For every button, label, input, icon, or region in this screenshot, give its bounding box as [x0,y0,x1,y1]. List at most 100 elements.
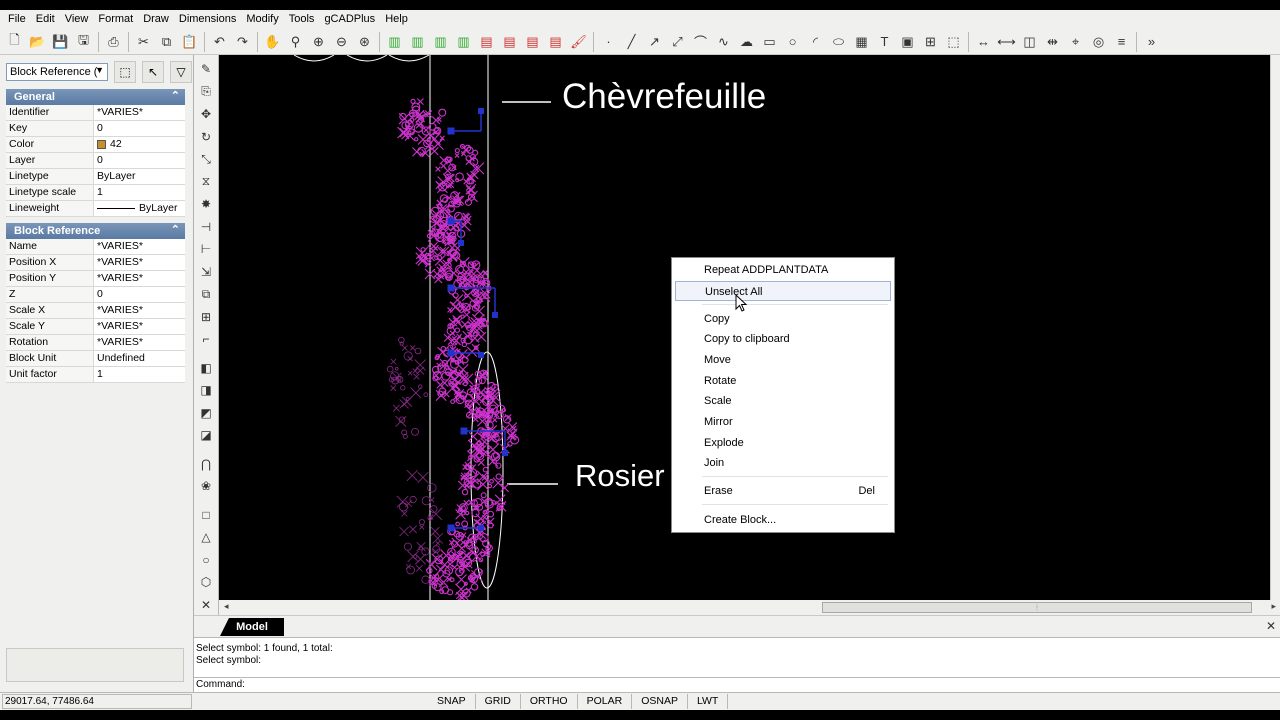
block-icon[interactable]: ▣ [896,31,919,53]
context-menu-item-copy-to-clipboard[interactable]: Copy to clipboard [675,329,891,349]
property-value[interactable]: 1 [94,367,185,382]
property-value[interactable]: 1 [94,185,185,200]
menu-modify[interactable]: Modify [241,10,283,29]
menu-edit[interactable]: Edit [31,10,60,29]
polygon-shape-icon[interactable]: ⬡ [195,571,217,594]
general-section-header[interactable]: General ⌃ [6,89,185,105]
open-icon[interactable]: 📂 [26,31,49,53]
property-row[interactable]: Scale X *VARIES* [6,303,185,319]
status-ortho-button[interactable]: ORTHO [521,694,578,709]
filter-icon[interactable]: ▽ [170,61,192,83]
cut-icon[interactable]: ✂ [132,31,155,53]
menu-file[interactable]: File [3,10,31,29]
array-icon[interactable]: ⊞ [195,306,217,329]
property-value[interactable]: ByLayer [94,169,185,184]
property-row[interactable]: Lineweight ByLayer [6,201,185,217]
mirror-icon[interactable]: ⧖ [195,171,217,194]
quick-select-icon[interactable]: ⬚ [114,61,136,83]
zoom-extents-icon[interactable]: ⊛ [353,31,376,53]
hatch-icon[interactable]: ▦ [850,31,873,53]
revcloud-icon[interactable]: ☁ [735,31,758,53]
send-under-icon[interactable]: ◪ [195,424,217,447]
context-menu-item-create-block[interactable]: Create Block... [675,510,891,530]
property-row[interactable]: Position X *VARIES* [6,255,185,271]
property-value[interactable]: *VARIES* [94,271,185,286]
match-properties-icon[interactable]: 🖌 [567,31,590,53]
property-row[interactable]: Key 0 [6,121,185,137]
lineweight-icon[interactable]: ▥ [452,31,475,53]
scroll-left-icon[interactable]: ◂ [224,601,229,612]
property-value[interactable]: 0 [94,121,185,136]
scroll-thumb[interactable]: ⦙ [822,602,1252,613]
zoom-window-icon[interactable]: ⊕ [307,31,330,53]
command-line[interactable]: Command: [194,677,1280,692]
property-row[interactable]: Rotation *VARIES* [6,335,185,351]
list-icon[interactable]: ≡ [1110,31,1133,53]
menu-format[interactable]: Format [93,10,138,29]
context-menu-item-mirror[interactable]: Mirror [675,412,891,432]
dim-style-icon[interactable]: ▤ [498,31,521,53]
pan-icon[interactable]: ✋ [261,31,284,53]
menu-dimensions[interactable]: Dimensions [174,10,241,29]
xline-icon[interactable]: ⤢ [666,31,689,53]
property-row[interactable]: Position Y *VARIES* [6,271,185,287]
property-row[interactable]: Z0 [6,287,185,303]
scroll-right-icon[interactable]: ▸ [1271,601,1276,612]
property-row[interactable]: Name *VARIES* [6,239,185,255]
property-value[interactable]: *VARIES* [94,239,185,254]
save-as-icon[interactable]: 💾 [49,31,72,53]
property-value[interactable]: *VARIES* [94,303,185,318]
ray-icon[interactable]: ↗ [643,31,666,53]
circle-shape-icon[interactable]: ○ [195,549,217,572]
linetype-icon[interactable]: ▥ [429,31,452,53]
spline-icon[interactable]: ∿ [712,31,735,53]
plants-icon[interactable]: ❀ [195,475,217,498]
arc-icon[interactable]: ◜ [804,31,827,53]
locate-icon[interactable]: ⌖ [1064,31,1087,53]
menu-draw[interactable]: Draw [138,10,174,29]
undo-icon[interactable]: ↶ [208,31,231,53]
context-menu-item-scale[interactable]: Scale [675,391,891,411]
explode-icon[interactable]: ✸ [195,193,217,216]
tab-model[interactable]: Model [220,618,284,636]
save-icon[interactable]: 🖫 [72,31,95,53]
measure-icon[interactable]: ⟷ [995,31,1018,53]
property-row[interactable]: Layer 0 [6,153,185,169]
region-icon[interactable]: ⬚ [942,31,965,53]
menu-help[interactable]: Help [380,10,413,29]
property-value[interactable]: 42 [94,137,185,152]
context-menu-item-join[interactable]: Join [675,453,891,473]
block-reference-section-header[interactable]: Block Reference ⌃ [6,223,185,239]
property-value[interactable]: Undefined [94,351,185,366]
table-style-icon[interactable]: ▤ [521,31,544,53]
bring-above-icon[interactable]: ◩ [195,402,217,425]
context-menu-item-copy[interactable]: Copy [675,309,891,329]
bring-front-icon[interactable]: ◧ [195,357,217,380]
menu-view[interactable]: View [60,10,94,29]
property-value[interactable]: 0 [94,287,185,302]
distance-icon[interactable]: ⇹ [1041,31,1064,53]
triangle-icon[interactable]: △ [195,526,217,549]
property-row[interactable]: Identifier *VARIES* [6,105,185,121]
collapse-icon[interactable]: ⌃ [171,223,180,236]
insert-icon[interactable]: ⊞ [919,31,942,53]
property-row[interactable]: Unit factor 1 [6,367,185,383]
print-icon[interactable]: ⎙ [102,31,125,53]
erase-icon[interactable]: ✎ [195,58,217,81]
property-row[interactable]: Color 42 [6,137,185,153]
square-icon[interactable]: □ [195,504,217,527]
magnet-icon[interactable]: ⋂ [195,453,217,476]
cross-icon[interactable]: ✕ [195,594,217,617]
menu-gcadplus[interactable]: gCADPlus [319,10,380,29]
layer-states-icon[interactable]: ▥ [406,31,429,53]
scale-icon[interactable]: ⤡ [195,148,217,171]
toolbar-options-icon[interactable]: » [1140,31,1163,53]
move-icon[interactable]: ✥ [195,103,217,126]
redo-icon[interactable]: ↷ [231,31,254,53]
context-menu-item-move[interactable]: Move [675,350,891,370]
context-menu-item-explode[interactable]: Explode [675,433,891,453]
context-menu-item-rotate[interactable]: Rotate [675,371,891,391]
close-icon[interactable]: ✕ [1266,619,1276,633]
text-icon[interactable]: T [873,31,896,53]
layers-icon[interactable]: ▥ [383,31,406,53]
